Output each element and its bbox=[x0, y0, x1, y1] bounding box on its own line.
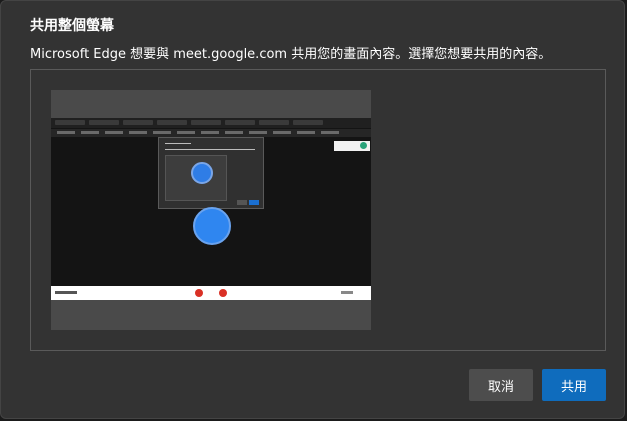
thumbnail-camera-off-icon bbox=[219, 289, 227, 297]
thumbnail-bookmark bbox=[273, 131, 291, 134]
thumbnail-tab bbox=[259, 120, 289, 125]
thumbnail-bookmark bbox=[225, 131, 243, 134]
thumbnail-nested-dialog bbox=[158, 137, 264, 209]
thumbnail-meeting-info bbox=[55, 291, 77, 294]
thumbnail-tab bbox=[191, 120, 221, 125]
thumbnail-bookmark bbox=[321, 131, 339, 134]
thumbnail-nested-preview bbox=[165, 155, 227, 201]
thumbnail-meet-bottom-bar bbox=[51, 286, 371, 300]
thumbnail-bottom-margin bbox=[51, 300, 371, 330]
thumbnail-bookmark bbox=[105, 131, 123, 134]
thumbnail-browser-window bbox=[51, 118, 371, 286]
thumbnail-top-margin bbox=[51, 90, 371, 118]
thumbnail-tab bbox=[55, 120, 85, 125]
thumbnail-mic-off-icon bbox=[195, 289, 203, 297]
thumbnail-circle-icon bbox=[193, 207, 231, 245]
thumbnail-tab bbox=[123, 120, 153, 125]
thumbnail-tab-bar bbox=[51, 118, 371, 128]
dialog-title: 共用整個螢幕 bbox=[30, 18, 114, 34]
share-screen-dialog: 共用整個螢幕 Microsoft Edge 想要與 meet.google.co… bbox=[0, 0, 625, 419]
thumbnail-bookmark bbox=[177, 131, 195, 134]
thumbnail-bookmark bbox=[129, 131, 147, 134]
thumbnail-nested-circle-icon bbox=[191, 162, 213, 184]
thumbnail-nested-title bbox=[165, 143, 191, 144]
thumbnail-bookmark bbox=[201, 131, 219, 134]
screen-selection-area bbox=[30, 69, 606, 351]
dialog-description: Microsoft Edge 想要與 meet.google.com 共用您的畫… bbox=[30, 47, 552, 62]
thumbnail-bookmark bbox=[297, 131, 315, 134]
cancel-button[interactable]: 取消 bbox=[469, 369, 533, 401]
thumbnail-bookmark bbox=[249, 131, 267, 134]
thumbnail-controls bbox=[341, 291, 353, 294]
thumbnail-nested-description bbox=[165, 149, 255, 150]
thumbnail-tab bbox=[225, 120, 255, 125]
share-button[interactable]: 共用 bbox=[542, 369, 606, 401]
thumbnail-notification-icon bbox=[360, 142, 367, 149]
thumbnail-tab bbox=[293, 120, 323, 125]
thumbnail-bookmark bbox=[153, 131, 171, 134]
thumbnail-bookmark bbox=[81, 131, 99, 134]
thumbnail-tab bbox=[157, 120, 187, 125]
thumbnail-nested-share bbox=[249, 200, 259, 205]
thumbnail-tab bbox=[89, 120, 119, 125]
thumbnail-nested-cancel bbox=[237, 200, 247, 205]
screen-thumbnail[interactable] bbox=[51, 90, 371, 330]
thumbnail-bookmark bbox=[57, 131, 75, 134]
